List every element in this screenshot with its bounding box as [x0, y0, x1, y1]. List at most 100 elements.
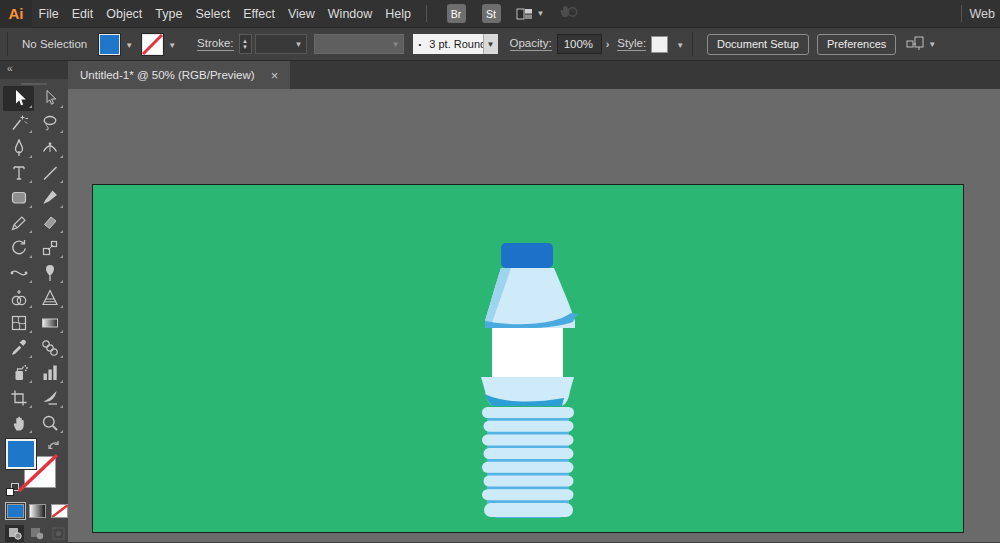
- pen-tool[interactable]: [3, 136, 34, 161]
- magic-wand-tool[interactable]: [3, 111, 34, 136]
- panel-grip[interactable]: [21, 83, 47, 85]
- water-bottle-illustration: [440, 230, 620, 530]
- mesh-icon: [9, 313, 29, 333]
- stroke-label[interactable]: Stroke:: [197, 37, 233, 51]
- draw-inside-button[interactable]: [49, 525, 68, 542]
- opacity-input[interactable]: 100%: [557, 34, 602, 54]
- line-segment-icon: [40, 163, 60, 183]
- pencil-tool[interactable]: [3, 211, 34, 236]
- type-tool[interactable]: [3, 161, 34, 186]
- fill-indicator[interactable]: [6, 439, 36, 469]
- preferences-button[interactable]: Preferences: [817, 34, 896, 55]
- lasso-tool[interactable]: [34, 111, 65, 136]
- tab-close-icon[interactable]: ×: [271, 69, 279, 82]
- bottle-label: [492, 328, 563, 377]
- chevron-down-icon[interactable]: ▼: [168, 41, 176, 50]
- menu-select[interactable]: Select: [189, 0, 237, 28]
- slice-icon: [40, 388, 60, 408]
- direct-selection-icon: [40, 88, 60, 108]
- lasso-icon: [40, 113, 60, 133]
- rotate-icon: [9, 238, 29, 258]
- paintbrush-tool[interactable]: [34, 186, 65, 211]
- curvature-tool[interactable]: [34, 136, 65, 161]
- chevron-down-icon[interactable]: ▼: [676, 41, 684, 50]
- mesh-tool[interactable]: [3, 311, 34, 336]
- rectangle-tool[interactable]: [3, 186, 34, 211]
- chevron-down-icon: ▼: [537, 9, 545, 18]
- brush-definition-dropdown[interactable]: ▼: [314, 34, 404, 54]
- workspace-switcher[interactable]: Web: [970, 7, 1000, 21]
- stroke-color-swatch[interactable]: [142, 34, 163, 55]
- curvature-icon: [40, 138, 60, 158]
- direct-selection-tool[interactable]: [34, 86, 65, 111]
- symbol-flow-button[interactable]: ▼: [906, 36, 936, 52]
- eraser-tool[interactable]: [34, 211, 65, 236]
- column-graph-tool[interactable]: [34, 361, 65, 386]
- draw-behind-button[interactable]: [27, 525, 46, 542]
- arrange-documents-icon: [516, 7, 533, 21]
- gradient-tool[interactable]: [34, 311, 65, 336]
- rotate-tool[interactable]: [3, 236, 34, 261]
- menu-view[interactable]: View: [281, 0, 321, 28]
- menu-edit[interactable]: Edit: [65, 0, 100, 28]
- menu-bar: Ai FileEditObjectTypeSelectEffectViewWin…: [0, 0, 1000, 28]
- pencil-icon: [9, 213, 29, 233]
- swap-fill-stroke-icon[interactable]: [47, 439, 61, 452]
- blend-tool[interactable]: [34, 336, 65, 361]
- document-tab-title: Untitled-1* @ 50% (RGB/Preview): [80, 69, 255, 81]
- menu-help[interactable]: Help: [379, 0, 418, 28]
- artboard-tool[interactable]: [3, 386, 34, 411]
- chevron-down-icon[interactable]: ▼: [125, 41, 133, 50]
- shape-builder-tool[interactable]: [3, 286, 34, 311]
- document-tab[interactable]: Untitled-1* @ 50% (RGB/Preview) ×: [68, 61, 290, 89]
- draw-normal-button[interactable]: [5, 525, 24, 542]
- eyedropper-tool[interactable]: [3, 336, 34, 361]
- stock-button[interactable]: St: [482, 4, 501, 23]
- arrange-documents-button[interactable]: ▼: [516, 7, 545, 21]
- rectangle-icon: [9, 188, 29, 208]
- document-setup-button[interactable]: Document Setup: [707, 34, 809, 55]
- width-icon: [9, 263, 29, 283]
- gradient-button[interactable]: [29, 504, 46, 518]
- touch-workspace-icon[interactable]: [557, 3, 579, 25]
- symbol-sprayer-tool[interactable]: [3, 361, 34, 386]
- perspective-grid-icon: [40, 288, 60, 308]
- line-segment-tool[interactable]: [34, 161, 65, 186]
- selection-status: No Selection: [22, 38, 87, 50]
- width-tool[interactable]: [3, 261, 34, 286]
- color-button[interactable]: [7, 504, 24, 518]
- puppet-warp-icon: [40, 263, 60, 283]
- zoom-tool[interactable]: [34, 411, 65, 436]
- fill-stroke-indicator: [0, 439, 68, 502]
- collapse-panel-button[interactable]: «: [0, 61, 68, 79]
- canvas-area[interactable]: [68, 89, 1000, 542]
- menu-file[interactable]: File: [32, 0, 65, 28]
- stroke-width-stepper[interactable]: ▲▼: [239, 34, 252, 54]
- control-bar: No Selection ▼ ▼ Stroke: ▲▼ ▼ ▼ •3 pt. R…: [0, 28, 1000, 61]
- artboard[interactable]: [93, 185, 963, 532]
- hand-tool[interactable]: [3, 411, 34, 436]
- slice-tool[interactable]: [34, 386, 65, 411]
- stroke-width-dropdown[interactable]: ▼: [255, 34, 307, 54]
- bottle-ridge: [484, 448, 574, 459]
- type-icon: [9, 163, 29, 183]
- menu-object[interactable]: Object: [100, 0, 149, 28]
- puppet-warp-tool[interactable]: [34, 261, 65, 286]
- next-arrow-icon[interactable]: ›: [606, 38, 610, 50]
- bridge-button[interactable]: Br: [447, 4, 466, 23]
- selection-tool[interactable]: [3, 86, 34, 111]
- perspective-grid-tool[interactable]: [34, 286, 65, 311]
- menu-window[interactable]: Window: [321, 0, 378, 28]
- variable-width-profile-dropdown[interactable]: •3 pt. Round ▼: [413, 34, 498, 54]
- style-label[interactable]: Style:: [617, 37, 646, 51]
- none-button[interactable]: [51, 504, 68, 518]
- opacity-label[interactable]: Opacity:: [510, 37, 552, 51]
- bottle-ridge: [484, 503, 573, 517]
- scale-tool[interactable]: [34, 236, 65, 261]
- style-swatch[interactable]: [651, 36, 668, 53]
- menu-effect[interactable]: Effect: [237, 0, 282, 28]
- fill-color-swatch[interactable]: [99, 34, 120, 55]
- eyedropper-icon: [9, 338, 29, 358]
- color-mode-buttons: [0, 502, 68, 518]
- menu-type[interactable]: Type: [149, 0, 189, 28]
